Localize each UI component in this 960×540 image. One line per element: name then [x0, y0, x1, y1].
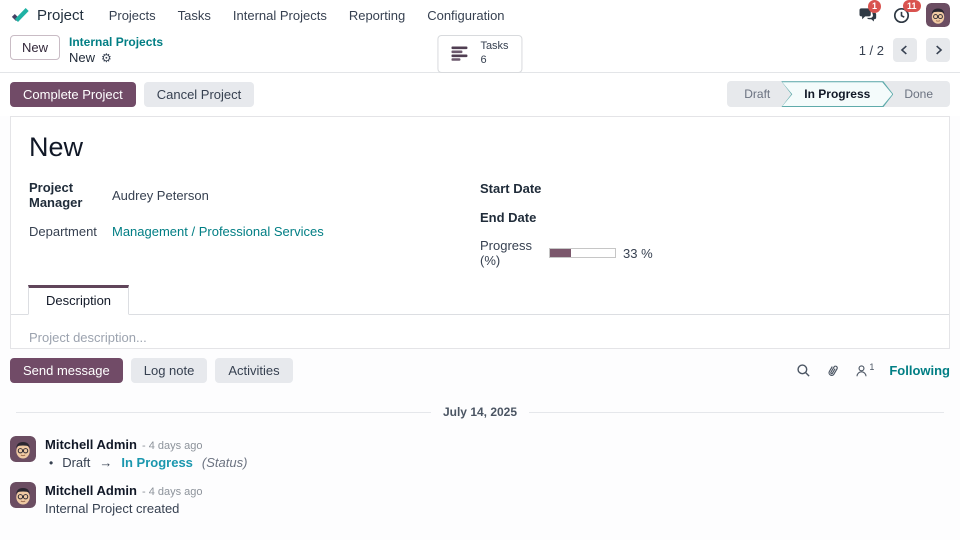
navbar-systray: 1 11 — [858, 0, 950, 27]
notebook-tabs: Description — [11, 285, 949, 316]
field-start-date: Start Date — [480, 180, 931, 196]
stage-draft[interactable]: Draft — [727, 81, 787, 107]
chatter-toolbar: Send message Log note Activities 1 Follo… — [10, 358, 950, 384]
send-message-button[interactable]: Send message — [10, 358, 123, 384]
date-separator-label: July 14, 2025 — [442, 405, 518, 420]
messages-badge: 1 — [868, 0, 882, 13]
followers-button[interactable]: 1 — [855, 361, 875, 378]
message-body: Internal Project created — [45, 501, 180, 517]
pager-previous-button[interactable] — [893, 38, 917, 62]
app-logo[interactable]: Project — [10, 5, 84, 25]
tasks-smart-button[interactable]: Tasks 6 — [437, 35, 523, 73]
nav-item-internal-projects[interactable]: Internal Projects — [222, 8, 338, 23]
message-time: - 4 days ago — [141, 486, 203, 499]
arrow-right-icon: → — [99, 455, 113, 471]
pager: 1 / 2 — [859, 35, 950, 62]
nav-item-reporting[interactable]: Reporting — [338, 8, 416, 23]
follower-person-icon — [855, 364, 868, 378]
new-record-button[interactable]: New — [10, 35, 61, 60]
breadcrumb-parent-link[interactable]: Internal Projects — [69, 35, 163, 50]
message-author-avatar[interactable] — [10, 482, 36, 509]
control-panel: New Internal Projects New ⚙ Tasks 6 1 / … — [0, 30, 960, 74]
chevron-left-icon — [898, 43, 912, 57]
stage-in-progress[interactable]: In Progress — [781, 81, 893, 107]
tracking-field-name: (Status) — [201, 455, 248, 471]
activities-button[interactable]: Activities — [215, 358, 293, 384]
activities-menu[interactable]: 11 — [893, 0, 921, 24]
progress-bar — [549, 248, 616, 259]
message-author[interactable]: Mitchell Admin — [45, 437, 137, 452]
breadcrumb-current: New — [69, 50, 96, 65]
pager-count: 1 / 2 — [858, 42, 884, 58]
log-note-button[interactable]: Log note — [130, 358, 208, 384]
followers-count: 1 — [869, 361, 875, 372]
start-date-label: Start Date — [480, 180, 542, 196]
following-toggle[interactable]: Following — [889, 363, 950, 378]
message-tracking: Mitchell Admin - 4 days ago • Draft → In… — [10, 431, 950, 477]
checkmark-logo-icon — [10, 5, 30, 25]
end-date-label: End Date — [480, 209, 537, 225]
department-label: Department — [29, 223, 97, 239]
message-author[interactable]: Mitchell Admin — [45, 483, 137, 498]
app-name: Project — [37, 6, 84, 24]
user-avatar[interactable] — [926, 3, 950, 27]
field-department: Department Management / Professional Ser… — [29, 223, 480, 239]
top-navbar: Project Projects Tasks Internal Projects… — [0, 0, 960, 30]
bullet-icon: • — [49, 455, 54, 470]
field-end-date: End Date — [480, 209, 931, 225]
chatter: Send message Log note Activities 1 Follo… — [0, 349, 960, 523]
project-manager-label: Project Manager — [29, 180, 83, 211]
message-author-avatar[interactable] — [10, 436, 36, 463]
chevron-right-icon — [931, 43, 945, 57]
cancel-project-button[interactable]: Cancel Project — [143, 81, 255, 107]
search-icon — [796, 363, 811, 378]
nav-item-projects[interactable]: Projects — [98, 8, 167, 23]
description-field[interactable]: Project description... — [29, 315, 931, 360]
activities-badge: 11 — [903, 0, 921, 13]
tracking-new-value: In Progress — [121, 455, 193, 471]
stage-done[interactable]: Done — [887, 81, 950, 107]
department-value-link[interactable]: Management / Professional Services — [112, 224, 324, 239]
attachments-button[interactable] — [826, 363, 840, 378]
field-grid: Project Manager Audrey Peterson Departme… — [29, 180, 931, 268]
smart-button-count: 6 — [480, 53, 487, 66]
form-statusbar: Complete Project Cancel Project Draft In… — [0, 73, 960, 117]
tracking-old-value: Draft — [62, 455, 91, 471]
field-progress: Progress (%) 33 % — [480, 238, 931, 268]
messages-menu[interactable]: 1 — [858, 0, 882, 23]
divider — [16, 411, 431, 413]
progress-bar-fill — [550, 249, 572, 258]
project-manager-value[interactable]: Audrey Peterson — [112, 188, 209, 203]
progress-label: Progress (%) — [480, 238, 533, 269]
tasks-list-icon — [451, 46, 471, 62]
message-time: - 4 days ago — [141, 440, 203, 453]
gear-icon[interactable]: ⚙ — [101, 52, 112, 64]
complete-project-button[interactable]: Complete Project — [10, 81, 136, 107]
tracking-change: • Draft → In Progress (Status) — [45, 455, 247, 470]
nav-item-configuration[interactable]: Configuration — [416, 8, 515, 23]
date-separator: July 14, 2025 — [16, 405, 944, 419]
divider — [529, 411, 944, 413]
stage-pipeline: Draft In Progress Done — [727, 81, 950, 108]
form-sheet: New Project Manager Audrey Peterson Depa… — [10, 116, 950, 350]
message-note: Mitchell Admin - 4 days ago Internal Pro… — [10, 477, 950, 523]
pager-next-button[interactable] — [926, 38, 950, 62]
nav-item-tasks[interactable]: Tasks — [167, 8, 222, 23]
smart-button-label: Tasks — [480, 40, 509, 52]
record-title[interactable]: New — [29, 132, 931, 163]
progress-value: 33 % — [623, 245, 653, 261]
breadcrumb: Internal Projects New ⚙ — [69, 35, 163, 66]
tab-description[interactable]: Description — [28, 285, 130, 316]
search-messages-button[interactable] — [796, 363, 811, 378]
paperclip-icon — [824, 361, 844, 381]
field-project-manager: Project Manager Audrey Peterson — [29, 180, 480, 210]
